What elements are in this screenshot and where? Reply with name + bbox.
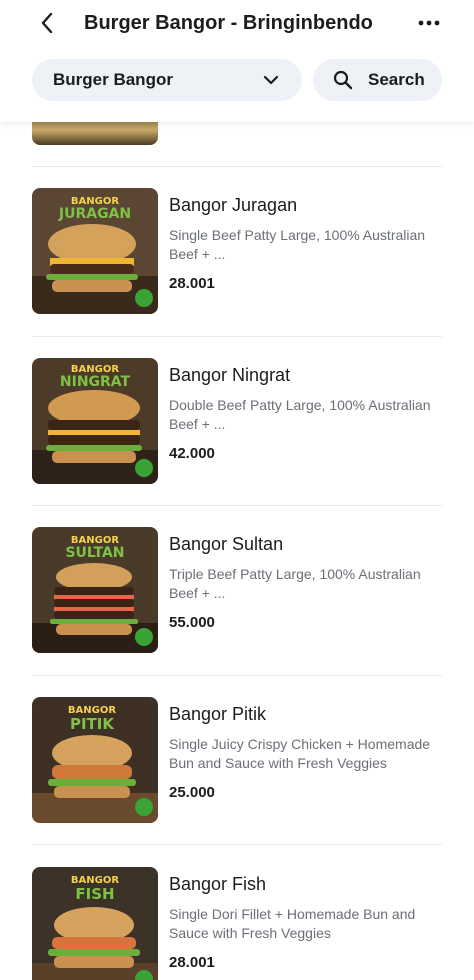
menu-item-image: BANGOR SULTAN xyxy=(32,527,158,653)
more-options-button[interactable] xyxy=(414,10,444,36)
category-dropdown[interactable]: Burger Bangor xyxy=(32,59,302,101)
menu-item-description: Single Dori Fillet + Homemade Bun and Sa… xyxy=(169,906,416,941)
divider xyxy=(32,336,442,337)
menu-item-name: Bangor Fish xyxy=(169,874,267,894)
menu-item[interactable]: BANGOR SULTAN Bangor Sultan Triple Beef … xyxy=(0,527,474,653)
menu-item-name: Bangor Pitik xyxy=(169,704,267,724)
menu-item-image-title: SULTAN xyxy=(65,545,124,561)
menu-list[interactable]: BANGOR JURAGAN Bangor Juragan Single Bee… xyxy=(0,122,474,980)
menu-item-price: 42.000 xyxy=(169,445,215,462)
menu-item-image: BANGOR NINGRAT xyxy=(32,358,158,484)
search-button-label: Search xyxy=(368,70,425,89)
menu-item[interactable]: BANGOR FISH Bangor Fish Single Dori Fill… xyxy=(0,867,474,980)
menu-item[interactable]: BANGOR NINGRAT Bangor Ningrat Double Bee… xyxy=(0,358,474,484)
menu-item-image-title: PITIK xyxy=(70,715,115,733)
menu-item-price: 28.001 xyxy=(169,275,215,292)
search-icon xyxy=(333,70,353,90)
divider xyxy=(32,166,442,167)
app-header: Burger Bangor - Bringinbendo Burger Bang… xyxy=(0,0,474,122)
menu-item-price: 55.000 xyxy=(169,614,215,631)
menu-item-name: Bangor Juragan xyxy=(169,195,298,215)
more-horizontal-icon xyxy=(418,20,440,26)
menu-item-image-title: FISH xyxy=(75,885,114,903)
menu-item-description: Double Beef Patty Large, 100% Australian… xyxy=(169,397,431,432)
divider xyxy=(32,675,442,676)
menu-item-price: 25.000 xyxy=(169,784,215,801)
menu-item-name: Bangor Sultan xyxy=(169,534,284,554)
back-button[interactable] xyxy=(34,10,60,36)
menu-item-image-title: JURAGAN xyxy=(58,206,131,222)
menu-item-description: Triple Beef Patty Large, 100% Australian… xyxy=(169,566,421,601)
divider xyxy=(32,505,442,506)
divider xyxy=(32,844,442,845)
menu-item-image: BANGOR PITIK xyxy=(32,697,158,823)
chevron-left-icon xyxy=(41,12,53,34)
menu-item-image-partial xyxy=(32,122,158,145)
menu-item[interactable]: BANGOR JURAGAN Bangor Juragan Single Bee… xyxy=(0,188,474,314)
search-button[interactable]: Search xyxy=(313,59,442,101)
menu-item-image-title: NINGRAT xyxy=(60,374,131,390)
category-dropdown-label: Burger Bangor xyxy=(53,70,173,89)
menu-item[interactable]: BANGOR PITIK Bangor Pitik Single Juicy C… xyxy=(0,697,474,823)
menu-item-description: Single Beef Patty Large, 100% Australian… xyxy=(169,227,426,262)
menu-item-image: BANGOR JURAGAN xyxy=(32,188,158,314)
menu-item-image: BANGOR FISH xyxy=(32,867,158,980)
menu-item-description: Single Juicy Crispy Chicken + Homemade B… xyxy=(169,736,431,771)
page-title: Burger Bangor - Bringinbendo xyxy=(84,12,373,34)
menu-item-name: Bangor Ningrat xyxy=(169,365,291,385)
chevron-down-icon xyxy=(263,75,279,85)
menu-item-price: 28.001 xyxy=(169,954,215,971)
